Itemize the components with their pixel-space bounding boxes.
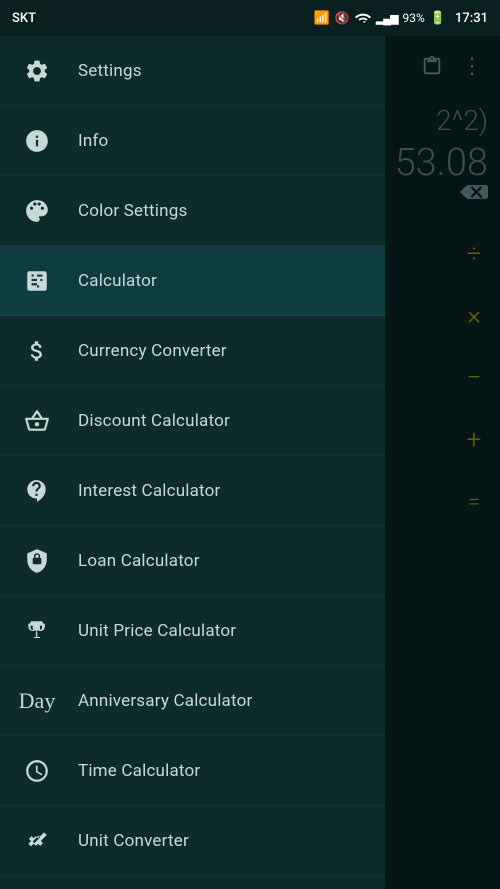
divide-button[interactable]: ÷ xyxy=(448,228,500,280)
anniversary-icon: Day xyxy=(16,680,58,722)
unit-price-icon xyxy=(16,610,58,652)
backspace-button[interactable] xyxy=(448,166,500,218)
currency-icon xyxy=(16,330,58,372)
calculator-icon xyxy=(16,260,58,302)
time-label: Time Calculator xyxy=(78,761,200,781)
interest-icon xyxy=(16,470,58,512)
info-icon xyxy=(16,120,58,162)
sidebar-item-time-calculator[interactable]: Time Calculator xyxy=(0,736,385,806)
sidebar-item-color-settings[interactable]: Color Settings xyxy=(0,176,385,246)
sidebar-item-unit-converter[interactable]: Unit Converter xyxy=(0,806,385,876)
main-layout: ⋮ 2^2) 53.08 ÷ × − + = xyxy=(0,36,500,889)
interest-label: Interest Calculator xyxy=(78,481,221,501)
clipboard-button[interactable] xyxy=(412,46,452,86)
carrier-label: SKT xyxy=(12,11,36,26)
plus-button[interactable]: + xyxy=(448,414,500,466)
sidebar-item-tip-calculator[interactable]: Tip Calculator xyxy=(0,876,385,889)
color-settings-label: Color Settings xyxy=(78,201,187,221)
mute-icon: 🔇 xyxy=(335,11,350,25)
more-button[interactable]: ⋮ xyxy=(452,46,492,86)
sidebar-item-loan-calculator[interactable]: Loan Calculator xyxy=(0,526,385,596)
discount-icon xyxy=(16,400,58,442)
battery-icon: 🔋 xyxy=(430,11,446,26)
sidebar-item-unit-price-calculator[interactable]: Unit Price Calculator xyxy=(0,596,385,666)
settings-icon xyxy=(16,50,58,92)
wifi-icon xyxy=(355,11,371,26)
info-label: Info xyxy=(78,131,108,151)
sidebar-item-settings[interactable]: Settings xyxy=(0,36,385,106)
sidebar-item-info[interactable]: Info xyxy=(0,106,385,176)
minus-button[interactable]: − xyxy=(448,352,500,404)
time-label: 17:31 xyxy=(455,11,488,26)
discount-label: Discount Calculator xyxy=(78,411,230,431)
ruler-icon xyxy=(16,820,58,862)
calculator-label: Calculator xyxy=(78,271,157,291)
sidebar-item-calculator[interactable]: Calculator xyxy=(0,246,385,316)
signal-icon: ▂▄▆ xyxy=(376,12,398,25)
navigation-drawer: Settings Info Color Settings xyxy=(0,36,385,889)
loan-label: Loan Calculator xyxy=(78,551,200,571)
status-bar: SKT 📶 🔇 ▂▄▆ 93% 🔋 17:31 xyxy=(0,0,500,36)
unit-converter-label: Unit Converter xyxy=(78,831,189,851)
loan-icon xyxy=(16,540,58,582)
bluetooth-icon: 📶 xyxy=(314,11,330,26)
sidebar-item-anniversary-calculator[interactable]: Day Anniversary Calculator xyxy=(0,666,385,736)
unit-price-label: Unit Price Calculator xyxy=(78,621,236,641)
sidebar-item-discount-calculator[interactable]: Discount Calculator xyxy=(0,386,385,456)
sidebar-item-interest-calculator[interactable]: Interest Calculator xyxy=(0,456,385,526)
settings-label: Settings xyxy=(78,61,142,81)
sidebar-item-currency-converter[interactable]: Currency Converter xyxy=(0,316,385,386)
multiply-button[interactable]: × xyxy=(448,290,500,342)
time-icon xyxy=(16,750,58,792)
currency-label: Currency Converter xyxy=(78,341,227,361)
status-icons: 📶 🔇 ▂▄▆ 93% 🔋 17:31 xyxy=(314,11,488,26)
anniversary-label: Anniversary Calculator xyxy=(78,691,252,711)
color-icon xyxy=(16,190,58,232)
battery-label: 93% xyxy=(403,11,425,25)
equals-button[interactable]: = xyxy=(448,476,500,528)
